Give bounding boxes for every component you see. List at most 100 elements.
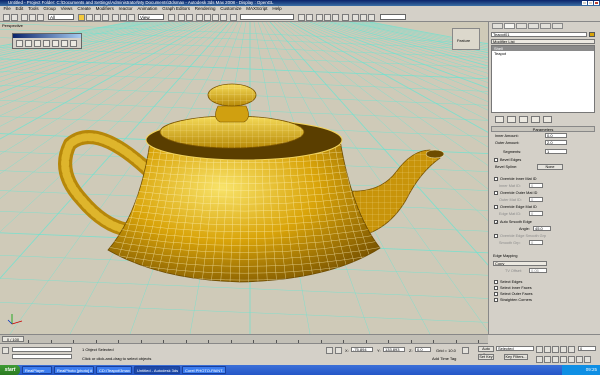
z-coord-field[interactable]: 0.0 — [415, 347, 431, 352]
tv-offset-spinner[interactable]: 0.05 — [529, 268, 547, 273]
object-name-field[interactable]: Teapot01 — [491, 32, 587, 37]
modifier-list-dropdown[interactable]: Modifier List — [491, 39, 595, 44]
select-and-rotate-icon[interactable] — [120, 13, 127, 21]
add-time-tag[interactable]: Add Time Tag — [432, 356, 456, 361]
rectangular-selection-icon[interactable] — [94, 13, 101, 21]
time-slider[interactable]: 0 / 100 — [0, 335, 488, 344]
curve-editor-icon[interactable] — [324, 13, 331, 21]
override-edge-smooth-checkbox[interactable] — [494, 234, 498, 238]
smooth-grp-spinner[interactable]: 0 — [529, 240, 543, 245]
select-inner-faces-checkbox[interactable] — [494, 286, 498, 290]
menu-file[interactable]: File — [4, 6, 11, 11]
tool-slot-7-icon[interactable] — [70, 40, 77, 47]
parameters-rollout-header[interactable]: Parameters — [491, 126, 595, 132]
remove-modifier-icon[interactable] — [531, 116, 540, 123]
maximize-button[interactable] — [588, 1, 593, 5]
set-key-button[interactable]: Set Key — [478, 354, 494, 360]
maxscript-listener-icon[interactable] — [2, 347, 9, 354]
spinner-snap-icon[interactable] — [220, 13, 227, 21]
link-icon[interactable] — [21, 13, 28, 21]
render-setup-icon[interactable] — [352, 13, 359, 21]
inner-mat-id-spinner[interactable]: 0 — [529, 183, 543, 188]
tool-slot-3-icon[interactable] — [34, 40, 41, 47]
bind-space-warp-icon[interactable] — [37, 13, 44, 21]
window-crossing-icon[interactable] — [102, 13, 109, 21]
bevel-spline-button[interactable]: None — [537, 164, 563, 170]
select-outer-faces-checkbox[interactable] — [494, 292, 498, 296]
material-editor-icon[interactable] — [342, 13, 349, 21]
mirror-icon[interactable] — [298, 13, 305, 21]
task-teapot-folder[interactable]: CD:\Teapot\3max — [96, 366, 132, 374]
menu-views[interactable]: Views — [61, 6, 73, 11]
configure-sets-icon[interactable] — [543, 116, 552, 123]
menu-reactor[interactable]: reactor — [119, 6, 133, 11]
time-slider-thumb[interactable]: 0 / 100 — [2, 336, 24, 342]
outer-mat-id-spinner[interactable]: 0 — [529, 197, 543, 202]
menu-tools[interactable]: Tools — [28, 6, 39, 11]
zoom-icon[interactable] — [536, 356, 543, 363]
pivot-center-icon[interactable] — [168, 13, 175, 21]
named-selection-dropdown[interactable] — [240, 14, 294, 20]
render-mode-dropdown[interactable] — [380, 14, 406, 20]
maxscript-mini-listener[interactable] — [12, 347, 72, 352]
next-frame-icon[interactable] — [560, 346, 567, 353]
override-outer-mat-checkbox[interactable] — [494, 191, 498, 195]
show-end-result-icon[interactable] — [507, 116, 516, 123]
minimize-button[interactable] — [582, 1, 587, 5]
select-and-move-icon[interactable] — [112, 13, 119, 21]
edge-mat-id-spinner[interactable]: 0 — [529, 211, 543, 216]
utilities-tab-icon[interactable] — [552, 23, 563, 29]
maximize-viewport-icon[interactable] — [584, 356, 591, 363]
absolute-mode-icon[interactable] — [335, 347, 342, 354]
go-to-start-icon[interactable] — [536, 346, 543, 353]
modifier-stack[interactable]: Shell Teapot — [491, 45, 595, 113]
task-corel[interactable]: Corel PHOTO-PAINT... — [182, 366, 226, 374]
snaps-toggle-icon[interactable] — [196, 13, 203, 21]
make-unique-icon[interactable] — [519, 116, 528, 123]
zoom-extents-icon[interactable] — [552, 356, 559, 363]
percent-snap-icon[interactable] — [212, 13, 219, 21]
straighten-corners-checkbox[interactable] — [494, 298, 498, 302]
segments-spinner[interactable]: 1 — [545, 149, 567, 154]
modify-tab-icon[interactable] — [504, 23, 515, 29]
reference-coord-dropdown[interactable]: View — [138, 14, 164, 20]
tool-slot-4-icon[interactable] — [43, 40, 50, 47]
motion-tab-icon[interactable] — [528, 23, 539, 29]
select-object-icon[interactable] — [78, 13, 85, 21]
play-icon[interactable] — [552, 346, 559, 353]
task-3ds-max[interactable]: Untitled - Autodesk 3ds Max... — [134, 366, 180, 374]
menu-animation[interactable]: Animation — [137, 6, 157, 11]
previous-frame-icon[interactable] — [544, 346, 551, 353]
menu-rendering[interactable]: Rendering — [195, 6, 216, 11]
override-inner-mat-checkbox[interactable] — [494, 177, 498, 181]
outer-amount-spinner[interactable]: 2.0 — [545, 140, 567, 145]
pan-icon[interactable] — [568, 356, 575, 363]
bevel-edges-checkbox[interactable] — [494, 158, 498, 162]
tool-slot-2-icon[interactable] — [25, 40, 32, 47]
angle-spinner[interactable]: 45.0 — [533, 226, 551, 231]
menu-create[interactable]: Create — [77, 6, 91, 11]
x-coord-field[interactable]: -75.894 — [351, 347, 373, 352]
keyboard-shortcut-override-icon[interactable] — [186, 13, 193, 21]
align-icon[interactable] — [306, 13, 313, 21]
select-by-name-icon[interactable] — [86, 13, 93, 21]
field-of-view-icon[interactable] — [560, 356, 567, 363]
schematic-view-icon[interactable] — [332, 13, 339, 21]
perspective-viewport[interactable]: Perspective Feature — [0, 22, 488, 334]
viewport-canvas[interactable] — [0, 22, 488, 334]
selection-filter-dropdown[interactable]: All — [48, 14, 74, 20]
close-button[interactable] — [594, 1, 599, 5]
current-frame-field[interactable]: 0 — [578, 346, 596, 351]
go-to-end-icon[interactable] — [568, 346, 575, 353]
create-tab-icon[interactable] — [492, 23, 503, 29]
task-realphoto[interactable]: RealPhoto [photo] # 1 0... — [54, 366, 94, 374]
time-tag-icon[interactable] — [462, 347, 469, 354]
key-filters-button[interactable]: Key Filters... — [504, 354, 528, 360]
start-button[interactable]: start — [0, 365, 20, 375]
edit-named-selections-icon[interactable] — [230, 13, 237, 21]
menu-group[interactable]: Group — [43, 6, 56, 11]
task-realplayer[interactable]: RealPlayer — [22, 366, 52, 374]
menu-maxscript[interactable]: MAXScript — [246, 6, 267, 11]
rendered-frame-window-icon[interactable] — [360, 13, 367, 21]
zoom-all-icon[interactable] — [544, 356, 551, 363]
